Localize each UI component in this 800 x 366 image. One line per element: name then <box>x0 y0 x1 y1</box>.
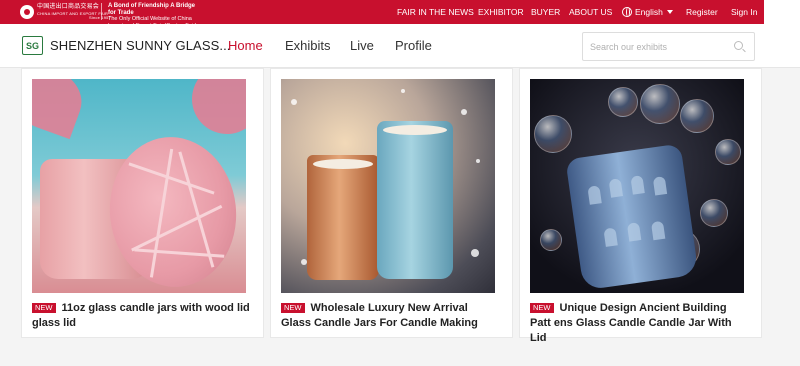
search-icon[interactable] <box>734 41 743 50</box>
top-bar: 中国进出口商品交易会 CHINA IMPORT AND EXPORT FAIR … <box>0 0 800 29</box>
tagline-bold: A Bond of Friendship A Bridge for Trade <box>108 3 195 16</box>
new-badge: NEW <box>530 303 554 313</box>
topbar-divider <box>101 3 102 20</box>
register-link[interactable]: Register <box>686 0 718 24</box>
canton-fair-emblem-icon <box>20 5 34 19</box>
search-input[interactable] <box>583 33 723 60</box>
language-label: English <box>635 7 663 17</box>
tab-profile[interactable]: Profile <box>395 38 432 53</box>
search-box <box>582 32 755 61</box>
product-title-text: 11oz glass candle jars with wood lid gla… <box>32 302 250 329</box>
product-image[interactable] <box>32 79 246 293</box>
product-title-text: Wholesale Luxury New Arrival Glass Candl… <box>281 302 478 329</box>
exhibitor-header: SG SHENZHEN SUNNY GLASS... Home Exhibits… <box>0 24 800 68</box>
nav-about-us[interactable]: ABOUT US <box>569 0 612 24</box>
amber-jar-shape <box>307 155 379 280</box>
sign-in-link[interactable]: Sign In <box>731 0 757 24</box>
exhibitor-name[interactable]: SHENZHEN SUNNY GLASS... <box>50 38 231 53</box>
blue-jar-shape <box>565 143 699 291</box>
canton-fair-logo[interactable]: 中国进出口商品交易会 CHINA IMPORT AND EXPORT FAIR … <box>20 4 111 20</box>
product-card[interactable]: NEW 11oz glass candle jars with wood lid … <box>21 68 264 338</box>
blue-jar-shape <box>377 121 453 279</box>
product-title[interactable]: NEW 11oz glass candle jars with wood lid … <box>32 301 250 331</box>
globe-icon <box>622 7 632 17</box>
product-image[interactable] <box>281 79 495 293</box>
tab-live[interactable]: Live <box>350 38 374 53</box>
product-title[interactable]: NEW Unique Design Ancient Building Patt e… <box>530 301 748 346</box>
topbar-right-strip <box>764 0 800 24</box>
new-badge: NEW <box>32 303 56 313</box>
nav-fair-in-the-news[interactable]: FAIR IN THE NEWS <box>397 0 474 24</box>
fair-name-cn: 中国进出口商品交易会 <box>37 4 100 10</box>
palm-decoration <box>179 79 246 147</box>
tab-home[interactable]: Home <box>228 38 263 53</box>
fair-since: Since 1957 <box>88 15 111 20</box>
tab-exhibits[interactable]: Exhibits <box>285 38 331 53</box>
nav-exhibitor[interactable]: EXHIBITOR <box>478 0 524 24</box>
product-card[interactable]: NEW Wholesale Luxury New Arrival Glass Ca… <box>270 68 513 338</box>
product-title[interactable]: NEW Wholesale Luxury New Arrival Glass Ca… <box>281 301 499 331</box>
language-selector[interactable]: English <box>622 0 673 24</box>
product-card[interactable]: NEW Unique Design Ancient Building Patt e… <box>519 68 762 344</box>
nav-buyer[interactable]: BUYER <box>531 0 560 24</box>
new-badge: NEW <box>281 303 305 313</box>
exhibitor-logo[interactable]: SG <box>22 36 43 55</box>
chevron-down-icon <box>666 10 673 14</box>
palm-decoration <box>32 79 91 140</box>
product-image[interactable] <box>530 79 744 293</box>
product-title-text: Unique Design Ancient Building Patt ens … <box>530 302 732 344</box>
